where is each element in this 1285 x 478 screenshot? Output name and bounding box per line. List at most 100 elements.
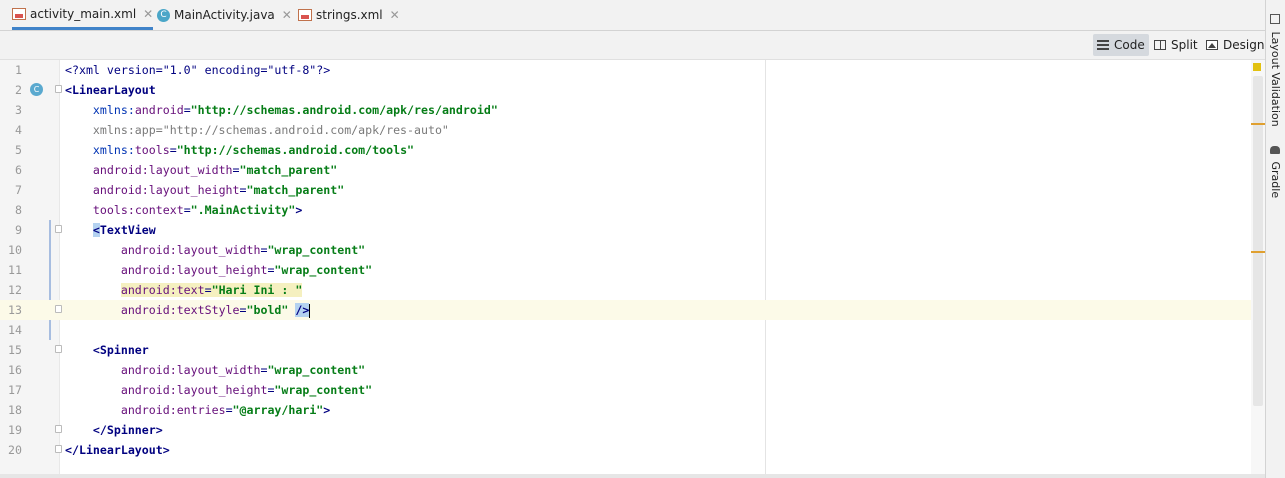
code-line[interactable]: 13 android:textStyle="bold" />	[0, 300, 1265, 320]
code-line[interactable]: 10 android:layout_width="wrap_content"	[0, 240, 1265, 260]
code-token: "bold"	[246, 303, 289, 317]
tab-strings-xml[interactable]: strings.xml ✕	[298, 0, 400, 30]
code-token: tools	[134, 143, 170, 157]
split-view-label: Split	[1171, 38, 1198, 52]
code-line[interactable]: 11 android:layout_height="wrap_content"	[0, 260, 1265, 280]
code-text[interactable]: </LinearLayout>	[65, 440, 170, 460]
code-text[interactable]: android:layout_width="match_parent"	[65, 160, 337, 180]
code-token: context	[134, 203, 184, 217]
line-number: 13	[8, 303, 22, 317]
line-number: 1	[15, 63, 22, 77]
code-token: "Hari Ini : "	[211, 283, 303, 297]
code-view-button[interactable]: Code	[1093, 34, 1149, 56]
code-text[interactable]: <?xml version="1.0" encoding="utf-8"?>	[65, 60, 330, 80]
tab-label: activity_main.xml	[30, 6, 137, 21]
code-text[interactable]: <LinearLayout	[65, 80, 156, 100]
code-token: TextView	[99, 223, 156, 237]
code-line[interactable]: 19 </Spinner>	[0, 420, 1265, 440]
code-line[interactable]: 12 android:text="Hari Ini : "	[0, 280, 1265, 300]
code-token: "wrap_content"	[267, 363, 366, 377]
code-line[interactable]: 14	[0, 320, 1265, 340]
line-number: 3	[15, 103, 22, 117]
code-text[interactable]: tools:context=".MainActivity">	[65, 200, 302, 220]
layout-validation-tab[interactable]: Layout Validation	[1269, 14, 1282, 127]
code-token: android:	[120, 383, 177, 397]
code-token: android:	[120, 303, 177, 317]
scrollbar-thumb[interactable]	[1253, 76, 1263, 406]
code-text[interactable]: android:layout_width="wrap_content"	[65, 360, 365, 380]
code-token: =	[239, 303, 247, 317]
xml-file-icon	[298, 9, 312, 21]
warning-marker-icon[interactable]	[1253, 63, 1261, 71]
close-icon[interactable]: ✕	[282, 8, 292, 22]
code-line[interactable]: 6 android:layout_width="match_parent"	[0, 160, 1265, 180]
design-view-button[interactable]: Design	[1202, 34, 1268, 56]
vertical-scrollbar[interactable]	[1251, 60, 1265, 474]
fold-toggle-icon[interactable]	[55, 345, 62, 353]
editor-tab-bar: activity_main.xml ✕ C MainActivity.java …	[0, 0, 1265, 31]
code-text[interactable]: android:text="Hari Ini : "	[65, 280, 303, 300]
code-token: android:	[120, 363, 177, 377]
code-line[interactable]: 20 </LinearLayout>	[0, 440, 1265, 460]
line-number: 15	[8, 343, 22, 357]
error-stripe-mark[interactable]	[1251, 123, 1265, 125]
code-text[interactable]: android:layout_height="wrap_content"	[65, 380, 372, 400]
fold-toggle-icon[interactable]	[55, 305, 62, 313]
fold-toggle-icon[interactable]	[55, 445, 62, 453]
code-token: "wrap_content"	[274, 383, 373, 397]
code-token: xmlns:	[92, 103, 135, 117]
error-stripe-mark[interactable]	[1251, 251, 1265, 253]
code-line[interactable]: 16 android:layout_width="wrap_content"	[0, 360, 1265, 380]
code-line[interactable]: 7 android:layout_height="match_parent"	[0, 180, 1265, 200]
code-token: <LinearLayout	[65, 83, 156, 97]
code-line[interactable]: 1 <?xml version="1.0" encoding="utf-8"?>	[0, 60, 1265, 80]
code-text[interactable]: android:textStyle="bold" />	[65, 300, 311, 320]
code-editor[interactable]: C 1 <?xml version="1.0" encoding="utf-8"?…	[0, 60, 1265, 474]
line-number: 14	[8, 323, 22, 337]
code-token: <	[92, 223, 100, 237]
view-mode-toolbar: Code Split Design	[0, 31, 1265, 60]
horizontal-scrollbar[interactable]	[0, 474, 1265, 478]
split-view-button[interactable]: Split	[1150, 34, 1202, 56]
code-line[interactable]: 5 xmlns:tools="http://schemas.android.co…	[0, 140, 1265, 160]
code-text[interactable]: <TextView	[65, 220, 156, 240]
code-view-label: Code	[1114, 38, 1145, 52]
line-number: 17	[8, 383, 22, 397]
code-token: xmlns:app="http://schemas.android.com/ap…	[92, 123, 449, 137]
code-line[interactable]: 3 xmlns:android="http://schemas.android.…	[0, 100, 1265, 120]
fold-toggle-icon[interactable]	[55, 225, 62, 233]
code-line[interactable]: 17 android:layout_height="wrap_content"	[0, 380, 1265, 400]
code-text[interactable]: xmlns:app="http://schemas.android.com/ap…	[65, 120, 449, 140]
code-text[interactable]: xmlns:tools="http://schemas.android.com/…	[65, 140, 414, 160]
code-token: ".MainActivity"	[190, 203, 296, 217]
code-token: "match_parent"	[239, 163, 338, 177]
code-text[interactable]: android:entries="@array/hari">	[65, 400, 330, 420]
code-text[interactable]: android:layout_height="wrap_content"	[65, 260, 372, 280]
code-token: "@array/hari"	[232, 403, 324, 417]
gradle-tab[interactable]: Gradle	[1269, 146, 1282, 198]
code-line[interactable]: 8 tools:context=".MainActivity">	[0, 200, 1265, 220]
code-text[interactable]: </Spinner>	[65, 420, 163, 440]
code-text[interactable]: android:layout_width="wrap_content"	[65, 240, 365, 260]
code-text[interactable]: android:layout_height="match_parent"	[65, 180, 344, 200]
code-token: =	[183, 203, 191, 217]
code-token: android	[134, 103, 184, 117]
fold-toggle-icon[interactable]	[55, 425, 62, 433]
fold-toggle-icon[interactable]	[55, 85, 62, 93]
line-number: 2	[15, 83, 22, 97]
code-line[interactable]: 4 xmlns:app="http://schemas.android.com/…	[0, 120, 1265, 140]
line-number: 19	[8, 423, 22, 437]
code-token: "wrap_content"	[267, 243, 366, 257]
line-number: 5	[15, 143, 22, 157]
tab-mainactivity-java[interactable]: C MainActivity.java ✕	[157, 0, 292, 30]
tab-activity-main-xml[interactable]: activity_main.xml ✕	[12, 0, 154, 30]
code-text[interactable]: <Spinner	[65, 340, 149, 360]
line-number: 9	[15, 223, 22, 237]
close-icon[interactable]: ✕	[143, 7, 153, 21]
code-line[interactable]: 2 <LinearLayout	[0, 80, 1265, 100]
code-line[interactable]: 18 android:entries="@array/hari">	[0, 400, 1265, 420]
close-icon[interactable]: ✕	[390, 8, 400, 22]
code-text[interactable]: xmlns:android="http://schemas.android.co…	[65, 100, 498, 120]
code-line[interactable]: 9 <TextView	[0, 220, 1265, 240]
code-line[interactable]: 15 <Spinner	[0, 340, 1265, 360]
